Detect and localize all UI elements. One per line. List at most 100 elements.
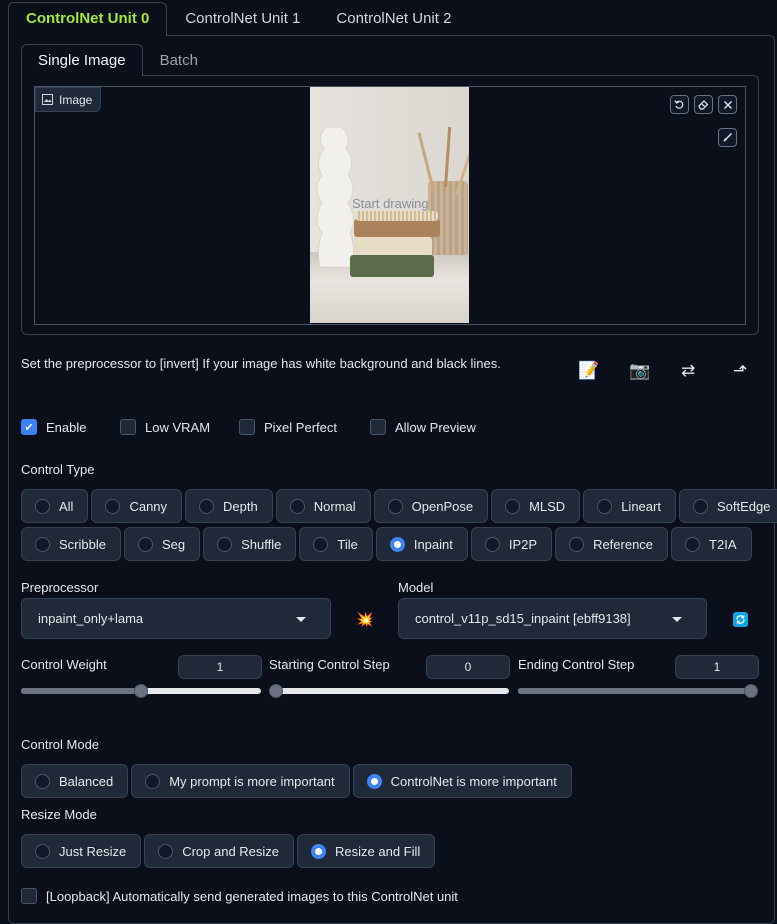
image-icon: [42, 94, 53, 105]
radio-dot[interactable]: [387, 498, 403, 514]
ending-step-input[interactable]: 1: [675, 655, 759, 679]
slider-thumb[interactable]: [744, 684, 758, 698]
swap-icon[interactable]: ⇄: [681, 361, 695, 381]
pixel-perfect-checkbox[interactable]: Pixel Perfect: [239, 419, 337, 435]
tab-batch[interactable]: Batch: [143, 44, 215, 76]
slider-thumb[interactable]: [134, 684, 148, 698]
tab-controlnet-unit-1[interactable]: ControlNet Unit 1: [167, 2, 318, 36]
radio-dot[interactable]: [145, 773, 161, 789]
resize-mode-just-resize[interactable]: Just Resize: [21, 834, 142, 868]
radio-dot[interactable]: [692, 498, 708, 514]
tab-controlnet-unit-0[interactable]: ControlNet Unit 0: [8, 2, 168, 36]
radio-dot[interactable]: [158, 843, 174, 859]
radio-label: Resize and Fill: [335, 843, 421, 859]
radio-label: ControlNet is more important: [390, 773, 557, 789]
radio-label: MLSD: [529, 498, 566, 514]
radio-dot[interactable]: [685, 536, 701, 552]
chevron-down-icon: [672, 617, 682, 622]
control-type-softedge[interactable]: SoftEdge: [678, 489, 777, 523]
tab-single-image[interactable]: Single Image: [21, 44, 143, 76]
preprocessor-value: inpaint_only+lama: [38, 611, 144, 626]
canvas-hint: Start drawing: [352, 196, 429, 211]
resize-mode-crop-resize[interactable]: Crop and Resize: [144, 834, 295, 868]
radio-label: Lineart: [621, 498, 661, 514]
control-type-depth[interactable]: Depth: [185, 489, 273, 523]
radio-dot[interactable]: [313, 536, 329, 552]
low-vram-checkbox[interactable]: Low VRAM: [120, 419, 210, 435]
undo-icon[interactable]: [670, 95, 689, 114]
radio-dot[interactable]: [35, 498, 50, 514]
control-mode-prompt[interactable]: My prompt is more important: [131, 764, 350, 798]
tab-controlnet-unit-2[interactable]: ControlNet Unit 2: [318, 2, 469, 36]
control-mode-controlnet[interactable]: ControlNet is more important: [352, 764, 572, 798]
radio-label: Just Resize: [59, 843, 127, 859]
control-type-mlsd[interactable]: MLSD: [491, 489, 581, 523]
radio-dot[interactable]: [366, 773, 382, 789]
radio-dot[interactable]: [35, 843, 50, 859]
radio-label: Scribble: [59, 536, 106, 552]
model-dropdown[interactable]: control_v11p_sd15_inpaint [ebff9138]: [398, 598, 707, 639]
radio-dot[interactable]: [105, 498, 121, 514]
control-type-openpose[interactable]: OpenPose: [373, 489, 489, 523]
refresh-models-icon[interactable]: [733, 612, 748, 627]
control-type-shuffle[interactable]: Shuffle: [203, 527, 297, 561]
radio-dot[interactable]: [137, 536, 153, 552]
control-type-scribble[interactable]: Scribble: [21, 527, 121, 561]
image-tabs: Single Image Batch: [21, 44, 215, 76]
ending-step-slider[interactable]: [518, 684, 758, 698]
control-mode-balanced[interactable]: Balanced: [21, 764, 129, 798]
image-label-text: Image: [59, 92, 93, 107]
close-icon[interactable]: [718, 95, 737, 114]
control-type-seg[interactable]: Seg: [123, 527, 201, 561]
checkbox-box[interactable]: [21, 888, 37, 904]
control-type-lineart[interactable]: Lineart: [583, 489, 676, 523]
starting-step-input[interactable]: 0: [426, 655, 510, 679]
radio-label: Normal: [313, 498, 356, 514]
control-type-ip2p[interactable]: IP2P: [470, 527, 553, 561]
camera-icon[interactable]: 📷: [629, 361, 650, 381]
radio-label: Seg: [161, 536, 186, 552]
radio-dot[interactable]: [569, 536, 585, 552]
preprocessor-label: Preprocessor: [21, 580, 99, 595]
loopback-checkbox[interactable]: [Loopback] Automatically send generated …: [21, 888, 458, 904]
control-type-inpaint[interactable]: Inpaint: [375, 527, 468, 561]
image-label: Image: [35, 87, 102, 112]
control-type-canny[interactable]: Canny: [91, 489, 183, 523]
radio-dot[interactable]: [289, 498, 305, 514]
radio-dot[interactable]: [389, 536, 405, 552]
run-preprocessor-icon[interactable]: 💥: [356, 611, 373, 628]
radio-dot[interactable]: [505, 498, 521, 514]
slider-thumb[interactable]: [269, 684, 283, 698]
allow-preview-checkbox[interactable]: Allow Preview: [370, 419, 476, 435]
radio-dot[interactable]: [35, 536, 50, 552]
radio-label: Depth: [223, 498, 258, 514]
checkbox-box[interactable]: [120, 419, 136, 435]
starting-step-slider[interactable]: [269, 684, 509, 698]
control-weight-input[interactable]: 1: [178, 655, 262, 679]
preprocessor-dropdown[interactable]: inpaint_only+lama: [21, 598, 331, 639]
eraser-icon[interactable]: [694, 95, 713, 114]
send-dimensions-icon[interactable]: ⬏: [733, 361, 747, 381]
control-type-normal[interactable]: Normal: [275, 489, 371, 523]
control-type-tile[interactable]: Tile: [299, 527, 373, 561]
radio-dot[interactable]: [311, 843, 327, 859]
checkbox-box[interactable]: [239, 419, 255, 435]
radio-dot[interactable]: [484, 536, 500, 552]
checkbox-label: Enable: [46, 419, 87, 435]
control-type-t2ia[interactable]: T2IA: [671, 527, 752, 561]
radio-label: All: [59, 498, 74, 514]
radio-dot[interactable]: [217, 536, 233, 552]
enable-checkbox[interactable]: ✔ Enable: [21, 419, 86, 435]
model-label: Model: [398, 580, 434, 595]
brush-icon[interactable]: [718, 128, 737, 147]
radio-dot[interactable]: [35, 773, 50, 789]
radio-dot[interactable]: [199, 498, 215, 514]
checkbox-box[interactable]: ✔: [21, 419, 37, 435]
checkbox-box[interactable]: [370, 419, 386, 435]
control-type-all[interactable]: All: [21, 489, 89, 523]
notepad-icon[interactable]: 📝: [578, 361, 599, 381]
resize-mode-resize-fill[interactable]: Resize and Fill: [297, 834, 436, 868]
radio-dot[interactable]: [597, 498, 613, 514]
control-type-reference[interactable]: Reference: [555, 527, 669, 561]
control-weight-slider[interactable]: [21, 684, 261, 698]
